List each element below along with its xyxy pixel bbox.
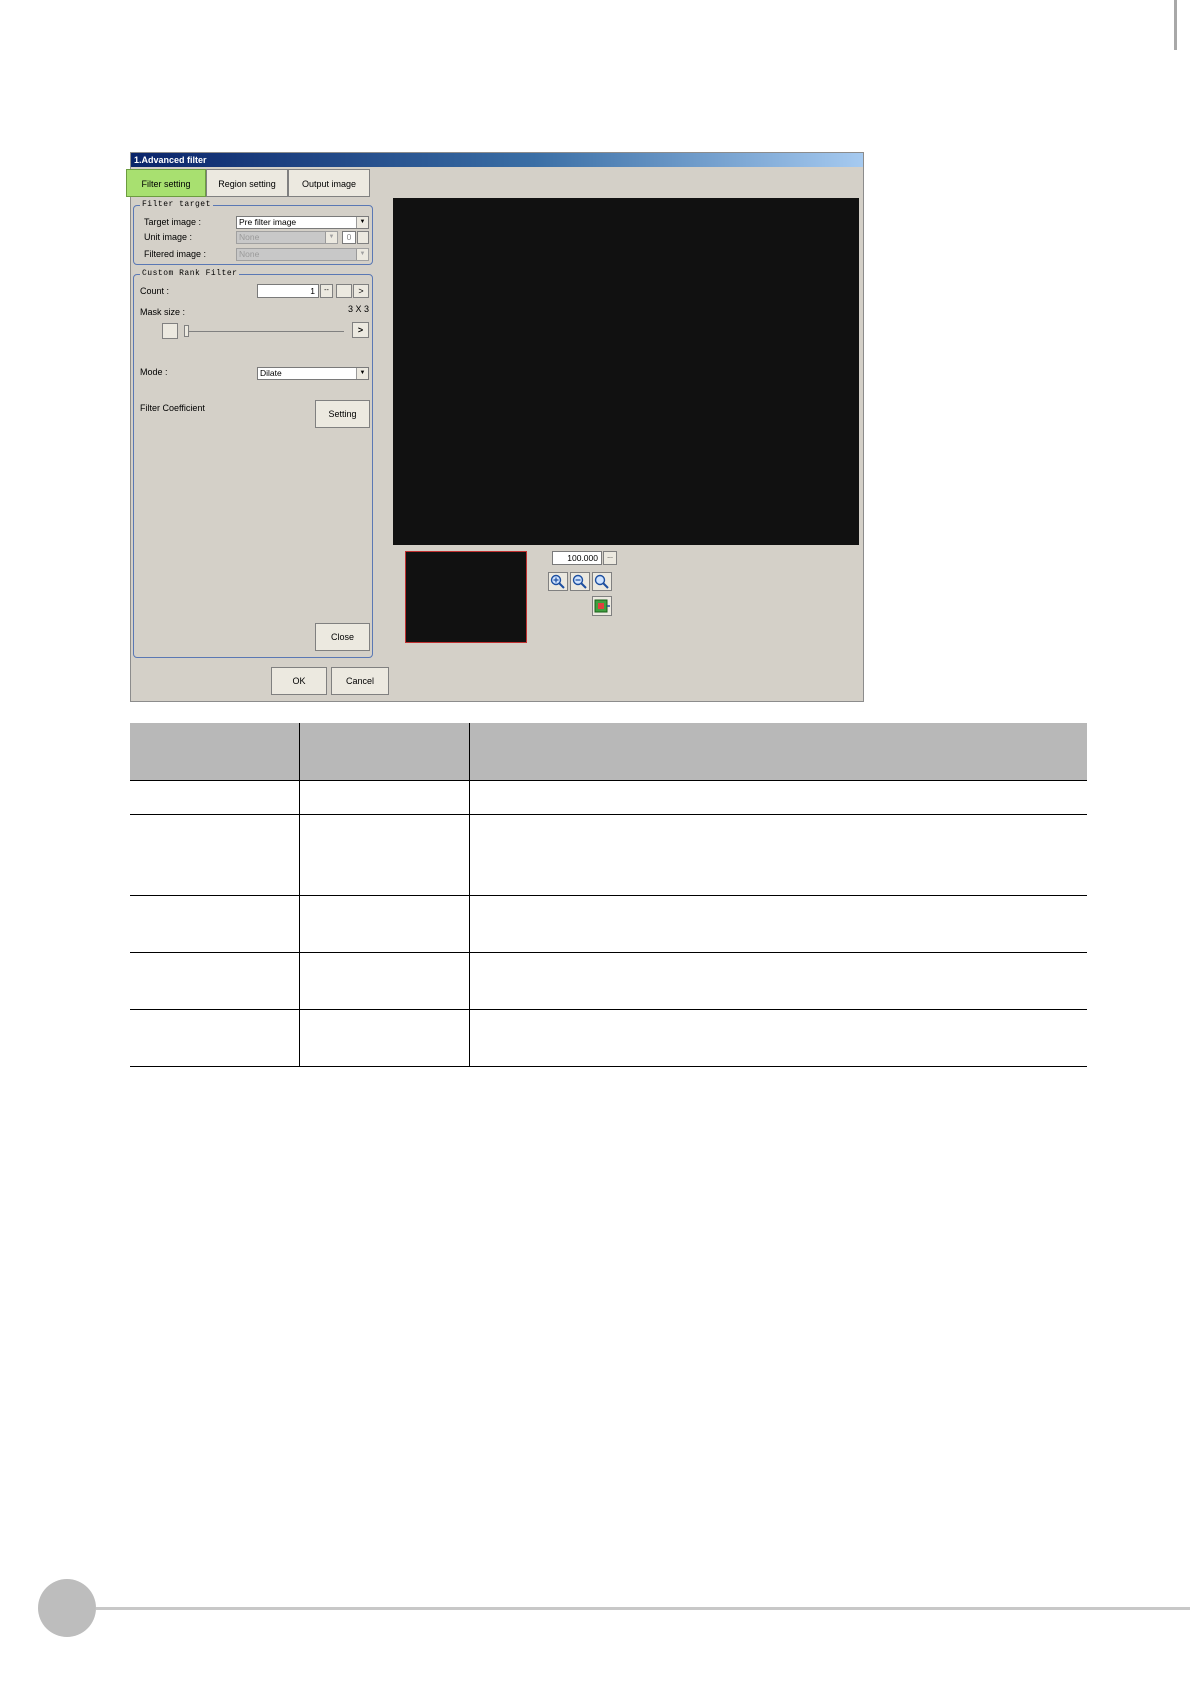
mask-size-slider-track[interactable] [184,331,344,332]
image-view-button[interactable] [592,596,612,616]
table-header-cell [469,723,1087,781]
mask-size-value: 3 X 3 [348,304,370,314]
count-decrement-button[interactable] [336,284,352,298]
zoom-out-icon [572,574,587,589]
table-row [130,814,1087,896]
target-image-label: Target image : [144,217,202,227]
tab-filter-setting[interactable]: Filter setting [126,169,206,197]
zoom-input[interactable]: 100.000 [552,551,602,565]
zoom-out-button[interactable] [570,572,590,591]
mask-size-decrement-button[interactable] [162,323,178,339]
zoom-in-icon [550,574,565,589]
thumbnail-navigator[interactable] [405,551,527,643]
filtered-image-select[interactable]: None ▼ [236,248,369,261]
zoom-dots-button[interactable]: ... [603,551,617,565]
mask-size-increment-button[interactable]: > [352,322,369,338]
table-row [130,952,1087,1010]
custom-rank-filter-group: Custom Rank Filter Count : 1 -- > Mask s… [133,269,373,658]
mask-size-label: Mask size : [140,307,186,317]
count-input[interactable]: 1 [257,284,319,298]
mode-value: Dilate [260,368,282,378]
zoom-fit-button[interactable] [592,572,612,591]
image-display-icon [594,599,610,613]
table-header-cell [130,723,300,781]
count-label: Count : [140,286,170,296]
filter-target-legend: Filter target [140,200,213,209]
ok-button[interactable]: OK [271,667,327,695]
chevron-down-icon: ▼ [356,217,368,228]
main-image-viewer[interactable] [393,198,859,545]
chevron-down-icon: ▼ [356,368,368,379]
target-image-select[interactable]: Pre filter image ▼ [236,216,369,229]
footer-rule [96,1607,1190,1610]
custom-rank-filter-legend: Custom Rank Filter [140,269,240,278]
mode-select[interactable]: Dilate ▼ [257,367,369,380]
mode-label: Mode : [140,367,168,377]
count-dots-button[interactable]: -- [320,284,333,298]
target-image-value: Pre filter image [239,217,297,227]
page-number-badge [38,1579,96,1637]
table-row [130,1009,1087,1067]
zoom-fit-icon [594,574,609,589]
unit-image-label: Unit image : [144,232,193,242]
zoom-in-button[interactable] [548,572,568,591]
chevron-down-icon: ▼ [356,249,368,260]
filter-coefficient-setting-button[interactable]: Setting [315,400,370,428]
unit-image-spin-button[interactable] [357,231,369,244]
count-increment-button[interactable]: > [353,284,369,298]
parameter-table [130,723,1087,1067]
chevron-down-icon: ▼ [325,232,337,243]
unit-image-number[interactable]: 0 [342,231,356,244]
close-button[interactable]: Close [315,623,370,651]
table-row [130,895,1087,953]
filter-coefficient-label: Filter Coefficient [140,403,205,413]
tab-region-setting[interactable]: Region setting [206,169,288,197]
cancel-button[interactable]: Cancel [331,667,389,695]
page-top-rule [1174,0,1177,50]
unit-image-value: None [239,232,260,242]
filtered-image-value: None [239,249,260,259]
tab-output-image[interactable]: Output image [288,169,370,197]
mask-size-slider-handle[interactable] [184,325,189,337]
window-title: 1.Advanced filter [131,153,863,167]
table-header-cell [299,723,470,781]
filter-target-group: Filter target Target image : Pre filter … [133,200,373,265]
unit-image-select[interactable]: None ▼ [236,231,338,244]
table-row [130,780,1087,815]
table-header-row [130,723,1087,781]
filtered-image-label: Filtered image : [144,249,207,259]
advanced-filter-window: 1.Advanced filter Filter setting Region … [126,152,864,702]
